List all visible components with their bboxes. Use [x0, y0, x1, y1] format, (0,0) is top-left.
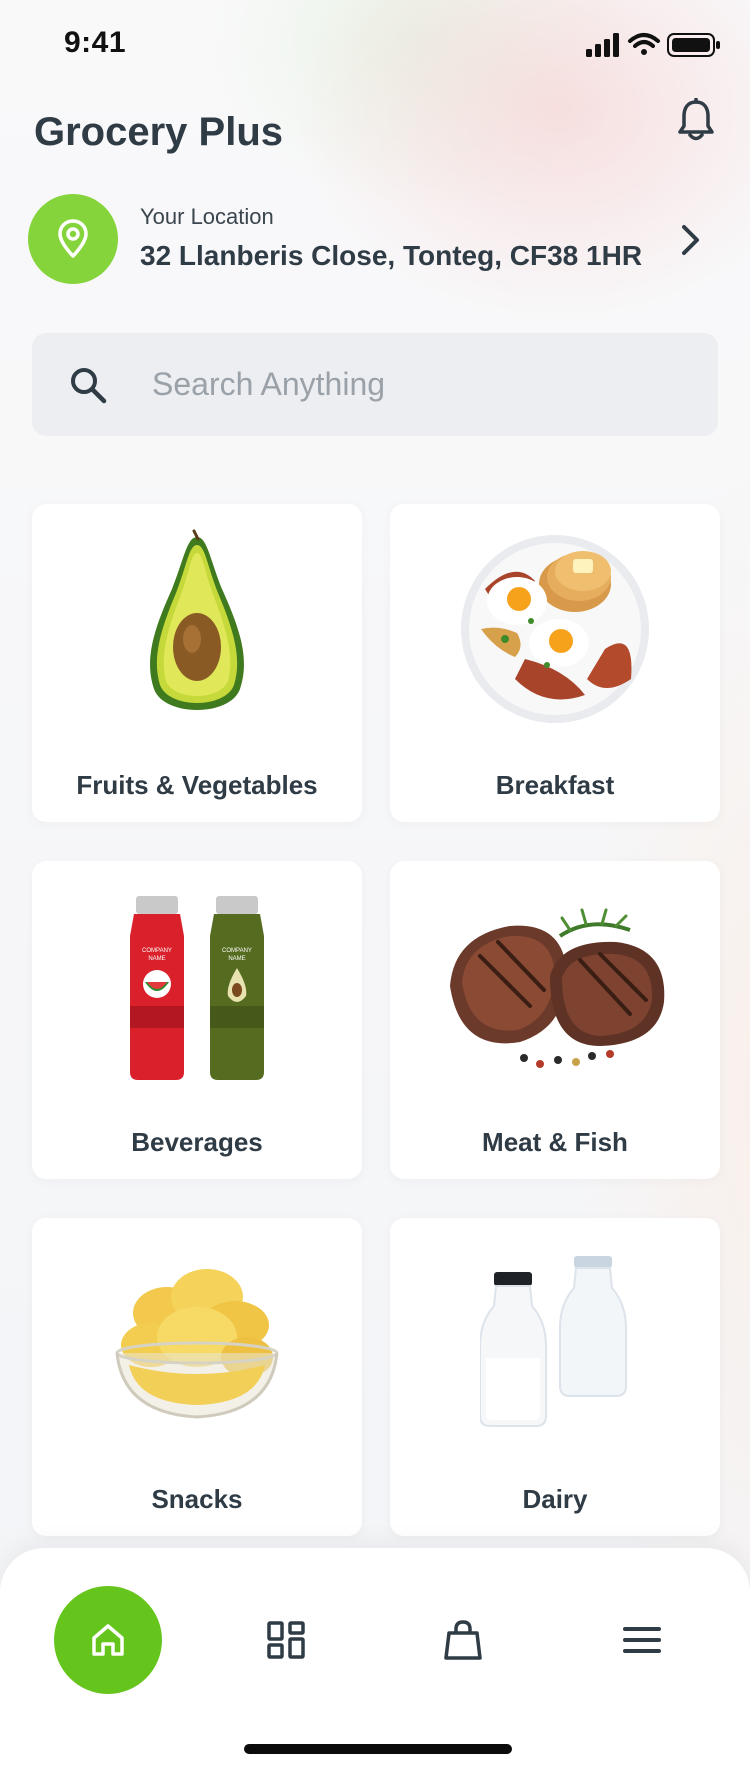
category-card-fruits-vegetables[interactable]: Fruits & Vegetables	[32, 504, 362, 822]
svg-text:COMPANY: COMPANY	[142, 948, 172, 954]
location-pin-icon	[58, 219, 88, 258]
nav-categories-button[interactable]	[256, 1610, 316, 1670]
status-time: 9:41	[64, 26, 127, 59]
avocado-image	[32, 524, 362, 734]
chips-bowl-image	[32, 1238, 362, 1448]
home-icon	[92, 1624, 124, 1656]
category-label: Snacks	[151, 1484, 243, 1514]
shopping-bag-icon	[444, 1620, 482, 1660]
milk-bottles-image	[390, 1238, 720, 1448]
category-card-breakfast[interactable]: Breakfast	[390, 504, 720, 822]
status-icons	[586, 33, 720, 57]
category-label: Breakfast	[495, 770, 615, 800]
cellular-signal-icon	[586, 33, 619, 57]
search-input[interactable]	[152, 333, 692, 436]
category-label: Fruits & Vegetables	[76, 770, 318, 800]
location-button[interactable]	[28, 194, 118, 284]
home-indicator	[244, 1744, 512, 1754]
battery-icon	[667, 33, 720, 57]
svg-text:NAME: NAME	[228, 956, 245, 962]
category-card-meat-fish[interactable]: Meat & Fish	[390, 861, 720, 1179]
bottom-nav	[0, 1548, 750, 1778]
nav-menu-button[interactable]	[612, 1610, 672, 1670]
breakfast-plate-image	[390, 524, 720, 734]
grid-icon	[267, 1621, 305, 1659]
search-bar[interactable]	[32, 333, 718, 436]
category-card-snacks[interactable]: Snacks	[32, 1218, 362, 1536]
category-label: Beverages	[131, 1127, 263, 1157]
svg-text:NAME: NAME	[148, 956, 165, 962]
category-card-beverages[interactable]: COMPANY NAME COMPANY NAME Beverages	[32, 861, 362, 1179]
category-label: Meat & Fish	[482, 1127, 628, 1157]
location-address[interactable]: 32 Llanberis Close, Tonteg, CF38 1HR	[140, 240, 642, 272]
steak-image	[390, 881, 720, 1091]
notification-bell-icon[interactable]	[676, 98, 716, 142]
svg-text:COMPANY: COMPANY	[222, 948, 252, 954]
location-label: Your Location	[140, 204, 274, 229]
wifi-icon	[628, 33, 660, 55]
nav-home-button[interactable]	[54, 1586, 162, 1694]
category-label: Dairy	[522, 1484, 588, 1514]
category-card-dairy[interactable]: Dairy	[390, 1218, 720, 1536]
search-icon	[71, 368, 107, 404]
menu-icon	[623, 1627, 661, 1653]
app-title: Grocery Plus	[34, 110, 284, 154]
chevron-right-icon[interactable]	[676, 222, 706, 258]
juice-bottles-image: COMPANY NAME COMPANY NAME	[32, 881, 362, 1091]
nav-cart-button[interactable]	[433, 1610, 493, 1670]
